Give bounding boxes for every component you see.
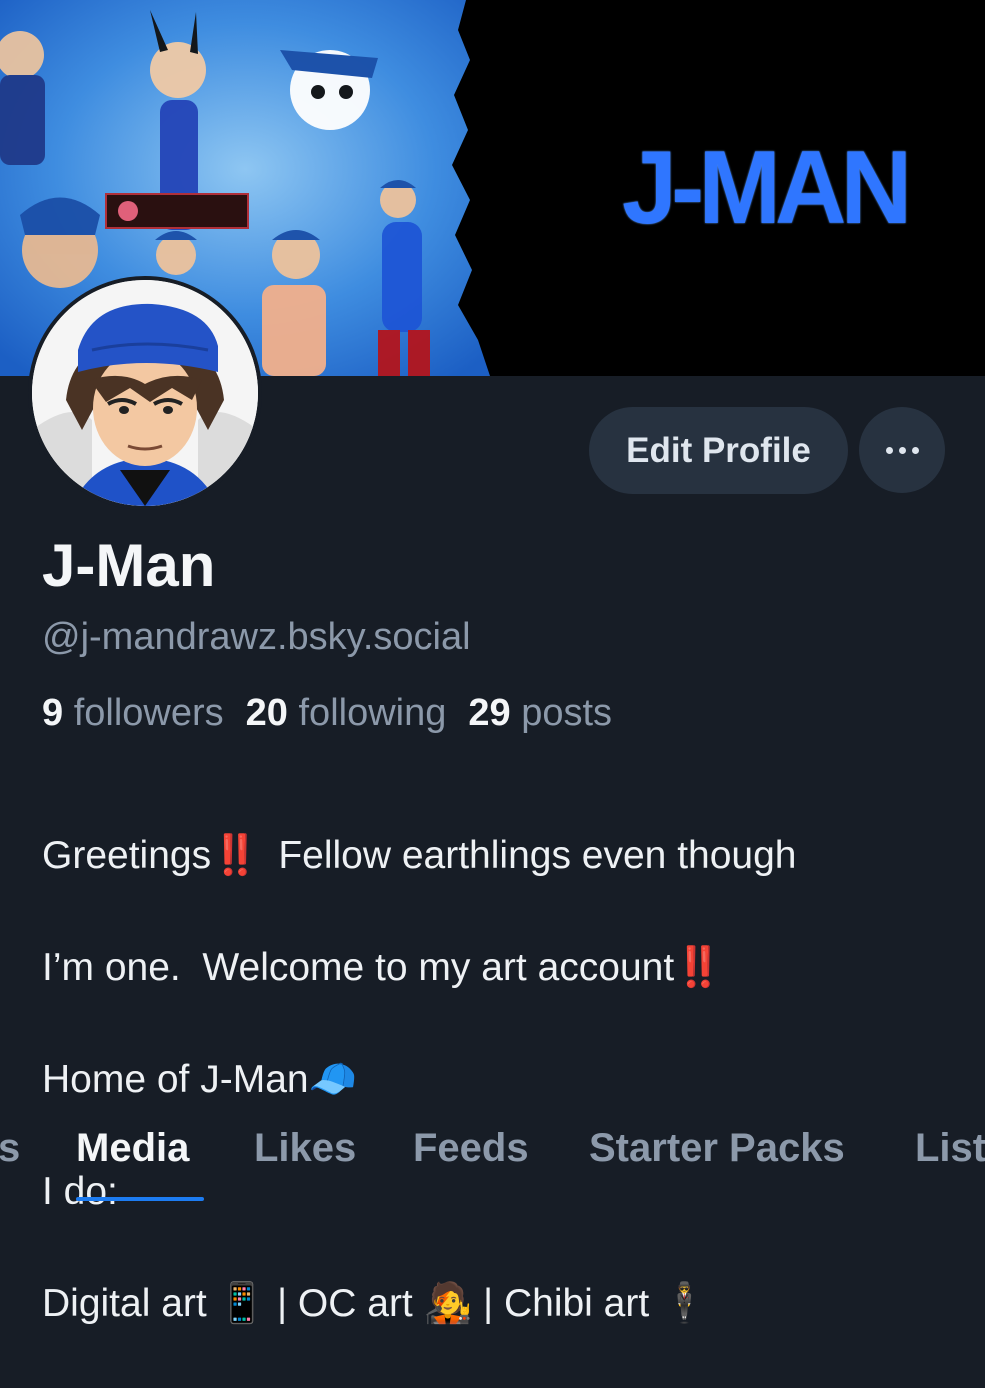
- bio-text: Fellow earthlings even though: [256, 834, 797, 877]
- posts-stat: 29 posts: [468, 692, 612, 734]
- posts-count: 29: [468, 692, 511, 734]
- banner-title: J-MAN: [622, 130, 912, 246]
- tab-replies[interactable]: s: [0, 1123, 20, 1173]
- tab-likes[interactable]: Likes: [254, 1123, 356, 1173]
- tab-starter-packs[interactable]: Starter Packs: [589, 1123, 845, 1173]
- edit-profile-label: Edit Profile: [626, 430, 811, 470]
- more-dot-icon: [885, 446, 893, 454]
- double-exclamation-icon: ‼️: [674, 946, 723, 989]
- display-name: J-Man: [42, 532, 216, 599]
- following-link[interactable]: 20 following: [246, 692, 447, 734]
- edit-profile-button[interactable]: Edit Profile: [589, 407, 848, 494]
- followers-count: 9: [42, 692, 64, 734]
- bio-line: Greetings‼️ Fellow earthlings even thoug…: [42, 828, 962, 884]
- more-options-button[interactable]: [859, 407, 945, 493]
- avatar-image: [32, 280, 258, 506]
- more-dot-icon: [898, 446, 906, 454]
- tab-feeds[interactable]: Feeds: [413, 1123, 529, 1173]
- profile-handle: @j-mandrawz.bsky.social: [42, 616, 471, 658]
- profile-bio: Greetings‼️ Fellow earthlings even thoug…: [42, 772, 962, 1388]
- bio-line: Digital art 📱 | OC art 🧑‍🎤 | Chibi art 🕴…: [42, 1282, 709, 1325]
- bio-line: Home of J-Man🧢: [42, 1058, 358, 1101]
- profile-avatar[interactable]: [28, 276, 262, 510]
- bio-text: I’m one. Welcome to my art account: [42, 946, 675, 989]
- double-exclamation-icon: ‼️: [211, 834, 260, 877]
- tab-media[interactable]: Media: [76, 1123, 189, 1173]
- followers-label: followers: [73, 692, 224, 734]
- more-dot-icon: [911, 446, 919, 454]
- posts-label: posts: [521, 692, 613, 734]
- profile-stats: 9 followers 20 following 29 posts: [42, 688, 612, 738]
- profile-tabs: s Media Likes Feeds Starter Packs List: [0, 1115, 985, 1201]
- bio-line: I’m one. Welcome to my art account‼️: [42, 940, 962, 996]
- bio-text: Greetings: [42, 834, 212, 877]
- tab-lists[interactable]: List: [915, 1123, 985, 1173]
- following-label: following: [298, 692, 447, 734]
- followers-link[interactable]: 9 followers: [42, 692, 224, 734]
- active-tab-indicator: [76, 1197, 204, 1201]
- following-count: 20: [245, 692, 288, 734]
